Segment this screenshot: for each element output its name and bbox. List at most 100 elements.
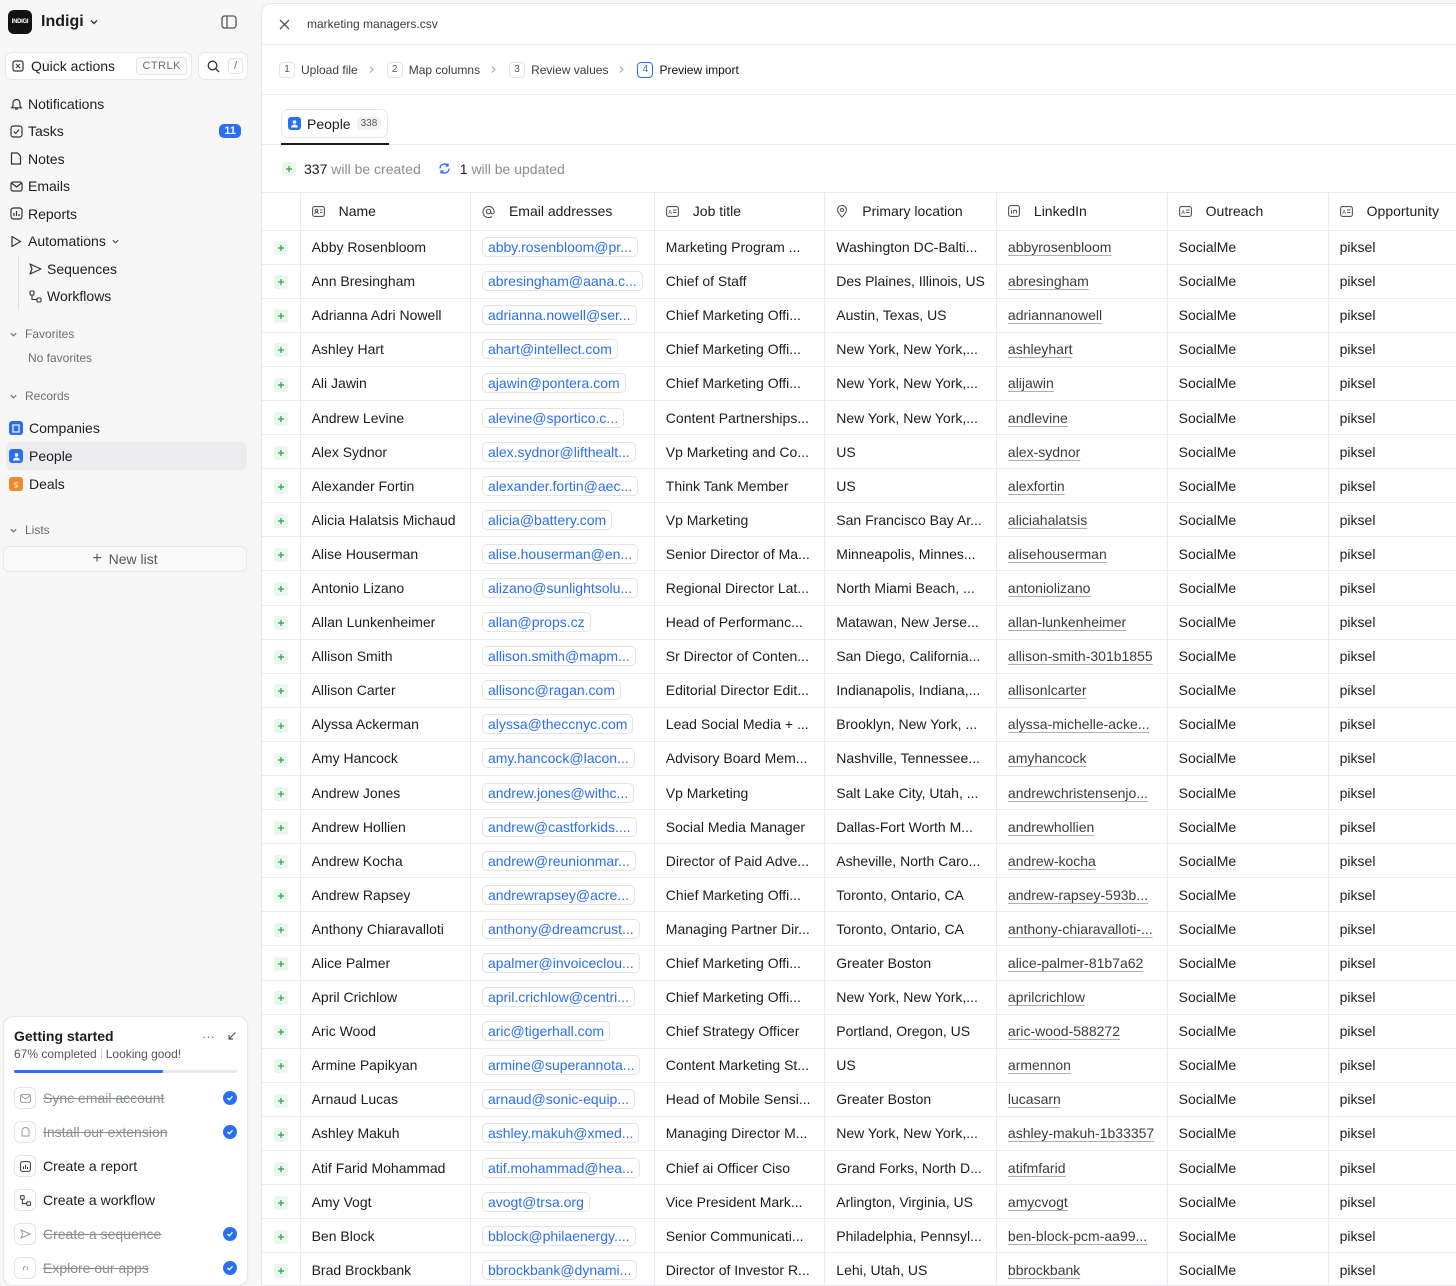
nav-notifications[interactable]: Notifications <box>0 90 253 118</box>
linkedin-link[interactable]: abbyrosenbloom <box>1008 239 1112 255</box>
linkedin-link[interactable]: aprilcrichlow <box>1008 989 1085 1005</box>
email-chip[interactable]: allison.smith@mapm... <box>481 646 636 667</box>
table-row[interactable]: Alice Palmer apalmer@invoiceclou... Chief … <box>262 945 1456 981</box>
table-row[interactable]: Adrianna Adri Nowell adrianna.nowell@ser.… <box>262 298 1456 333</box>
linkedin-link[interactable]: ben-block-pcm-aa99... <box>1008 1228 1147 1244</box>
email-chip[interactable]: alex.sydnor@lifthealt... <box>481 441 636 462</box>
records-section-toggle[interactable]: Records <box>0 386 253 406</box>
table-row[interactable]: Andrew Hollien andrew@castforkids.... Soci… <box>262 809 1456 845</box>
email-chip[interactable]: armine@superannota... <box>481 1055 641 1076</box>
table-row[interactable]: Alicia Halatsis Michaud alicia@battery.co… <box>262 502 1456 538</box>
record-people[interactable]: People <box>6 442 247 470</box>
email-chip[interactable]: abresingham@aana.c... <box>481 271 643 292</box>
getting-started-item[interactable]: Sync email account <box>4 1081 247 1115</box>
getting-started-item[interactable]: Explore our apps <box>4 1251 247 1285</box>
email-chip[interactable]: avogt@trsa.org <box>481 1191 590 1212</box>
linkedin-link[interactable]: allison-smith-301b1855 <box>1008 648 1153 664</box>
linkedin-link[interactable]: andrewhollien <box>1008 819 1094 835</box>
table-row[interactable]: Anthony Chiaravalloti anthony@dreamcrust.… <box>262 911 1456 947</box>
linkedin-link[interactable]: amycvogt <box>1008 1194 1068 1210</box>
linkedin-link[interactable]: alexfortin <box>1008 478 1065 494</box>
more-icon[interactable]: ··· <box>202 1029 215 1044</box>
linkedin-link[interactable]: andrew-rapsey-593b... <box>1008 887 1148 903</box>
table-row[interactable]: Ashley Makuh ashley.makuh@xmed... Managing… <box>262 1116 1456 1152</box>
close-icon[interactable] <box>279 19 290 30</box>
getting-started-item[interactable]: Install our extension <box>4 1115 247 1149</box>
email-chip[interactable]: arnaud@sonic-equip... <box>481 1089 636 1110</box>
email-chip[interactable]: allan@props.cz <box>481 612 591 633</box>
step-1[interactable]: 1 Upload file <box>279 61 358 78</box>
linkedin-link[interactable]: anthony-chiaravalloti-... <box>1008 921 1153 937</box>
linkedin-link[interactable]: ashleyhart <box>1008 341 1073 357</box>
linkedin-link[interactable]: lucasarn <box>1008 1091 1061 1107</box>
email-chip[interactable]: bbrockbank@dynami... <box>481 1259 638 1280</box>
nav-notes[interactable]: Notes <box>0 145 253 173</box>
table-row[interactable]: Aric Wood aric@tigerhall.com Chief Strateg… <box>262 1014 1456 1049</box>
table-row[interactable]: Alex Sydnor alex.sydnor@lifthealt... Vp Ma… <box>262 434 1456 470</box>
table-row[interactable]: Amy Vogt avogt@trsa.org Vice President Mar… <box>262 1184 1456 1220</box>
linkedin-link[interactable]: ashley-makuh-1b33357 <box>1008 1125 1154 1141</box>
table-row[interactable]: Abby Rosenbloom abby.rosenbloom@pr... Mark… <box>262 230 1456 265</box>
linkedin-link[interactable]: adriannanowell <box>1008 307 1102 323</box>
email-chip[interactable]: alyssa@theccnyc.com <box>481 714 634 735</box>
sidebar-toggle-icon[interactable] <box>221 15 237 29</box>
table-row[interactable]: Ann Bresingham abresingham@aana.c... Chief… <box>262 264 1456 299</box>
record-companies[interactable]: Companies <box>6 414 247 442</box>
linkedin-link[interactable]: alijawin <box>1008 375 1054 391</box>
table-row[interactable]: Brad Brockbank bbrockbank@dynami... Direct… <box>262 1252 1456 1285</box>
table-row[interactable]: April Crichlow april.crichlow@centri... Ch… <box>262 980 1456 1015</box>
table-row[interactable]: Allan Lunkenheimer allan@props.cz Head of … <box>262 605 1456 640</box>
linkedin-link[interactable]: alex-sydnor <box>1008 444 1080 460</box>
email-chip[interactable]: aric@tigerhall.com <box>481 1021 611 1042</box>
favorites-section-toggle[interactable]: Favorites <box>0 324 253 344</box>
nav-sequences[interactable]: Sequences <box>19 255 253 283</box>
email-chip[interactable]: amy.hancock@lacon... <box>481 748 635 769</box>
table-row[interactable]: Andrew Levine alevine@sportico.c... Conten… <box>262 400 1456 436</box>
new-list-button[interactable]: + New list <box>3 546 247 572</box>
search-button[interactable]: / <box>198 52 248 80</box>
table-row[interactable]: Andrew Kocha andrew@reunionmar... Director… <box>262 843 1456 879</box>
linkedin-link[interactable]: aric-wood-588272 <box>1008 1023 1120 1039</box>
email-chip[interactable]: april.crichlow@centri... <box>481 987 635 1008</box>
linkedin-link[interactable]: atifmfarid <box>1008 1160 1066 1176</box>
nav-workflows[interactable]: Workflows <box>19 283 253 311</box>
collapse-icon[interactable] <box>227 1029 237 1044</box>
table-row[interactable]: Alexander Fortin alexander.fortin@aec... T… <box>262 468 1456 504</box>
email-chip[interactable]: alexander.fortin@aec... <box>481 475 639 496</box>
table-row[interactable]: Alyssa Ackerman alyssa@theccnyc.com Lead S… <box>262 707 1456 742</box>
quick-actions-button[interactable]: Quick actions CTRLK <box>5 52 192 80</box>
email-chip[interactable]: anthony@dreamcrust... <box>481 918 640 939</box>
tab-people[interactable]: People 338 <box>281 109 390 145</box>
workspace-switcher[interactable]: INDIGI Indigi <box>0 0 253 44</box>
email-chip[interactable]: alizano@sunlightsolu... <box>481 577 639 598</box>
linkedin-link[interactable]: andlevine <box>1008 410 1068 426</box>
email-chip[interactable]: andrew.jones@withc... <box>481 782 635 803</box>
linkedin-link[interactable]: amyhancock <box>1008 750 1087 766</box>
table-row[interactable]: Armine Papikyan armine@superannota... Cont… <box>262 1048 1456 1083</box>
nav-tasks[interactable]: Tasks 11 <box>0 118 253 146</box>
nav-emails[interactable]: Emails <box>0 173 253 201</box>
linkedin-link[interactable]: andrewchristensenjo... <box>1008 785 1148 801</box>
email-chip[interactable]: andrewrapsey@acre... <box>481 884 635 905</box>
linkedin-link[interactable]: alyssa-michelle-acke... <box>1008 716 1150 732</box>
table-row[interactable]: Ashley Hart ahart@intellect.com Chief Mark… <box>262 332 1456 367</box>
linkedin-link[interactable]: allan-lunkenheimer <box>1008 614 1126 630</box>
nav-automations[interactable]: Automations <box>0 228 253 256</box>
table-row[interactable]: Ben Block bblock@philaenergy.... Senior Co… <box>262 1218 1456 1254</box>
lists-section-toggle[interactable]: Lists <box>0 520 253 540</box>
table-row[interactable]: Amy Hancock amy.hancock@lacon... Advisory … <box>262 741 1456 777</box>
table-row[interactable]: Andrew Jones andrew.jones@withc... Vp Mark… <box>262 775 1456 811</box>
table-row[interactable]: Arnaud Lucas arnaud@sonic-equip... Head of… <box>262 1082 1456 1117</box>
step-4[interactable]: 4 Preview import <box>637 61 739 78</box>
email-chip[interactable]: atif.mohammad@hea... <box>481 1157 640 1178</box>
table-row[interactable]: Allison Carter allisonc@ragan.com Editoria… <box>262 673 1456 708</box>
linkedin-link[interactable]: andrew-kocha <box>1008 853 1096 869</box>
getting-started-item[interactable]: Create a sequence <box>4 1217 247 1251</box>
linkedin-link[interactable]: aliciahalatsis <box>1008 512 1087 528</box>
step-2[interactable]: 2 Map columns <box>386 61 480 78</box>
linkedin-link[interactable]: allisonlcarter <box>1008 682 1087 698</box>
email-chip[interactable]: andrew@reunionmar... <box>481 850 636 871</box>
email-chip[interactable]: ashley.makuh@xmed... <box>481 1123 640 1144</box>
nav-reports[interactable]: Reports <box>0 200 253 228</box>
email-chip[interactable]: alevine@sportico.c... <box>481 407 625 428</box>
